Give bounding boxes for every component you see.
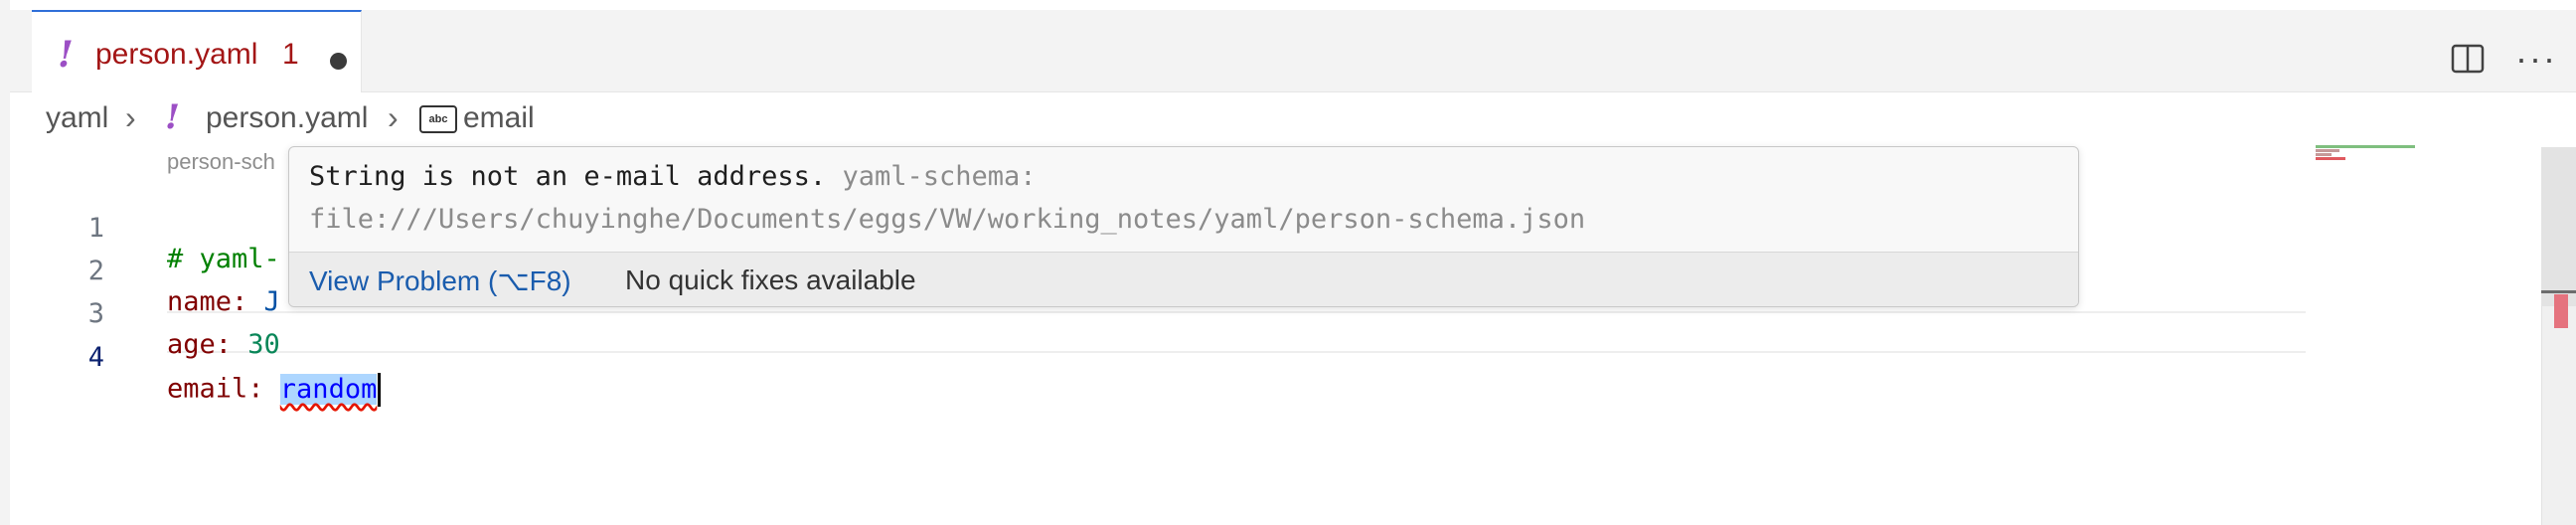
yaml-exclamation-icon: ! bbox=[58, 34, 74, 76]
unsaved-dot-icon[interactable] bbox=[330, 53, 347, 70]
error-source: yaml-schema: bbox=[842, 161, 1037, 192]
error-overview-marker bbox=[2554, 294, 2568, 328]
code-line-active[interactable]: 4 email: random bbox=[0, 311, 2385, 407]
cursor-position-marker bbox=[2541, 290, 2576, 293]
hover-actions: View Problem (⌥F8) No quick fixes availa… bbox=[289, 252, 2078, 306]
breadcrumb-folder[interactable]: yaml bbox=[46, 101, 108, 135]
yaml-key: email: bbox=[167, 373, 280, 405]
view-problem-link[interactable]: View Problem (⌥F8) bbox=[309, 264, 571, 297]
line-number: 4 bbox=[87, 342, 104, 373]
schema-path: file:///Users/chuyinghe/Documents/eggs/V… bbox=[309, 204, 1586, 235]
error-message: String is not an e-mail address. bbox=[309, 161, 827, 192]
minimap-line bbox=[2316, 145, 2415, 148]
hover-message: String is not an e-mail address. yaml-sc… bbox=[309, 161, 1037, 192]
tab-person-yaml[interactable]: ! person.yaml 1 bbox=[32, 10, 362, 92]
chevron-right-icon: › bbox=[125, 99, 136, 135]
minimap-line bbox=[2316, 153, 2332, 156]
breadcrumb-file[interactable]: person.yaml bbox=[206, 101, 368, 135]
chevron-right-icon: › bbox=[388, 99, 399, 135]
breadcrumb-symbol[interactable]: email bbox=[463, 101, 535, 135]
problem-hover-popup: String is not an e-mail address. yaml-sc… bbox=[288, 146, 2079, 307]
split-editor-icon[interactable] bbox=[2451, 44, 2485, 74]
tab-filename: person.yaml bbox=[95, 38, 258, 71]
string-symbol-icon: abc bbox=[419, 105, 457, 133]
invalid-email-value[interactable]: random bbox=[279, 373, 378, 405]
scrollbar-thumb[interactable] bbox=[2541, 147, 2576, 306]
no-quick-fixes-text: No quick fixes available bbox=[625, 264, 916, 295]
tab-problem-count: 1 bbox=[282, 38, 299, 71]
yaml-exclamation-icon: ! bbox=[165, 97, 180, 137]
more-actions-icon[interactable]: ··· bbox=[2515, 38, 2557, 80]
minimap-line bbox=[2316, 157, 2345, 160]
schema-codelens[interactable]: person-sch bbox=[167, 149, 275, 175]
text-cursor bbox=[378, 373, 382, 407]
minimap-line bbox=[2316, 149, 2339, 152]
tab-bar: ! person.yaml 1 ··· bbox=[10, 10, 2576, 92]
